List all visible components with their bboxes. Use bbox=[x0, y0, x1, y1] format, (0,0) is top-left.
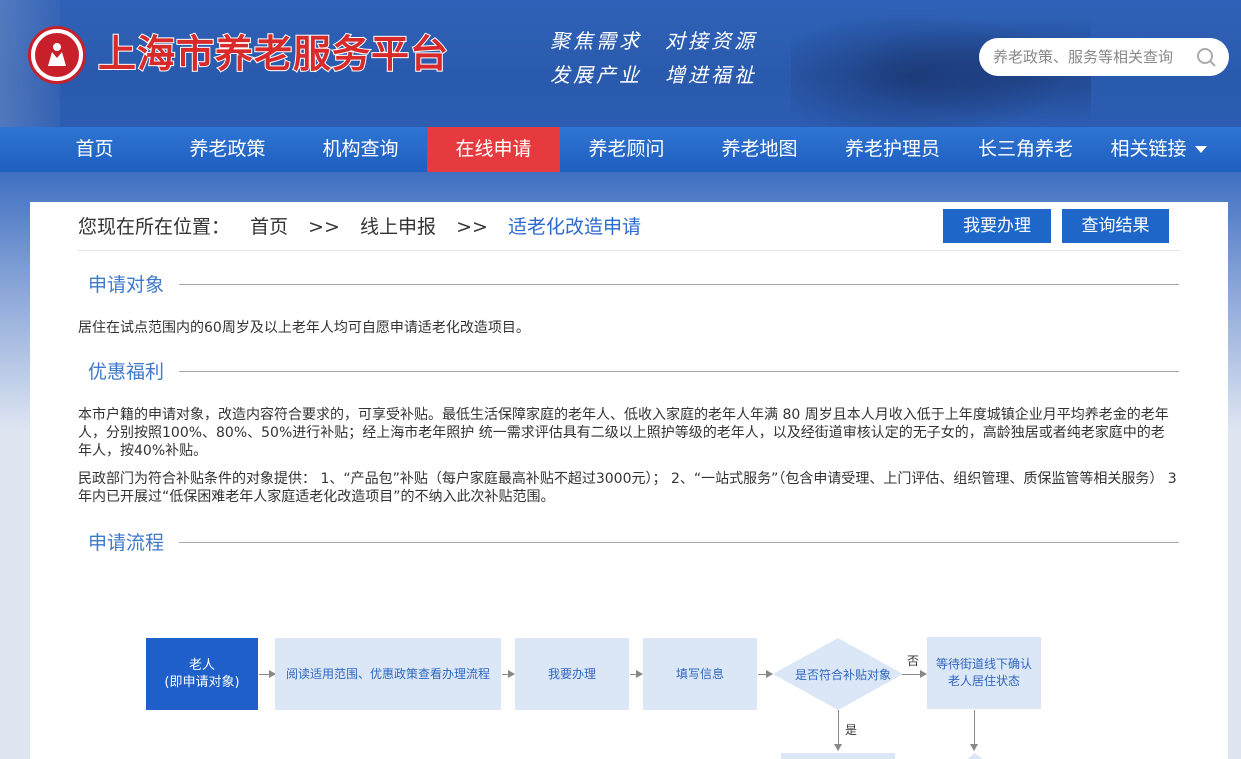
site-logo-emblem[interactable] bbox=[28, 26, 86, 84]
query-result-button[interactable]: 查询结果 bbox=[1062, 209, 1169, 243]
flow-arrow-yes bbox=[834, 710, 842, 751]
flow-step-elderly-line2: (即申请对象) bbox=[164, 675, 240, 690]
breadcrumb: 您现在所在位置： 首页 >> 线上申报 >> 适老化改造申请 bbox=[78, 214, 655, 240]
flow-arrow-no bbox=[902, 670, 927, 678]
nav-item-advisor[interactable]: 养老顾问 bbox=[560, 127, 693, 172]
content-card: 您现在所在位置： 首页 >> 线上申报 >> 适老化改造申请 我要办理 查询结果… bbox=[30, 202, 1228, 759]
flow-step-wait-confirm: 等待街道线下确认老人居住状态 bbox=[927, 637, 1041, 709]
breadcrumb-prefix: 您现在所在位置： bbox=[78, 216, 231, 238]
breadcrumb-separator: >> bbox=[456, 216, 488, 238]
flow-arrow bbox=[630, 670, 643, 678]
section-title-benefit: 优惠福利 bbox=[88, 361, 165, 383]
flow-step-fill-info: 填写信息 bbox=[643, 638, 757, 710]
breadcrumb-home[interactable]: 首页 bbox=[250, 216, 288, 238]
breadcrumb-level2[interactable]: 线上申报 bbox=[360, 216, 436, 238]
flow-step-next bbox=[781, 753, 895, 759]
flow-arrow bbox=[259, 670, 276, 678]
section-divider bbox=[179, 371, 1179, 372]
flow-step-elderly-line1: 老人 bbox=[188, 658, 215, 673]
nav-item-yangtze-delta[interactable]: 长三角养老 bbox=[959, 127, 1092, 172]
section-title-process: 申请流程 bbox=[88, 532, 165, 554]
caret-down-icon bbox=[1194, 146, 1207, 153]
section-divider bbox=[179, 284, 1179, 285]
main-nav: 首页 养老政策 机构查询 在线申请 养老顾问 养老地图 养老护理员 长三角养老 … bbox=[0, 127, 1241, 172]
flow-no-label: 否 bbox=[907, 654, 920, 668]
divider bbox=[78, 250, 1180, 251]
section-divider bbox=[179, 542, 1179, 543]
flow-decision-label: 是否符合补贴对象 bbox=[795, 667, 892, 682]
search-icon[interactable] bbox=[1195, 46, 1217, 68]
nav-item-home[interactable]: 首页 bbox=[28, 127, 161, 172]
breadcrumb-separator: >> bbox=[308, 216, 340, 238]
site-header: 上海市养老服务平台 聚焦需求 对接资源 发展产业 增进福祉 bbox=[0, 0, 1241, 127]
nav-item-map[interactable]: 养老地图 bbox=[693, 127, 826, 172]
emblem-figure-icon bbox=[48, 43, 66, 66]
flow-arrow bbox=[970, 710, 978, 751]
nav-item-caregiver[interactable]: 养老护理员 bbox=[826, 127, 959, 172]
nav-item-related-links[interactable]: 相关链接 bbox=[1092, 127, 1225, 172]
slogan-line-1: 聚焦需求 对接资源 bbox=[550, 29, 757, 53]
flow-next-diamond bbox=[967, 753, 983, 759]
nav-item-online-apply[interactable]: 在线申请 bbox=[427, 127, 560, 172]
flow-step-elderly: 老人 (即申请对象) bbox=[146, 638, 258, 710]
nav-item-institution-search[interactable]: 机构查询 bbox=[294, 127, 427, 172]
flow-step-read-policy: 阅读适用范围、优惠政策查看办理流程 bbox=[275, 638, 501, 710]
benefit-description-2: 民政部门为符合补贴条件的对象提供： 1、“产品包”补贴（每户家庭最高补贴不超过3… bbox=[78, 471, 1177, 505]
flow-step-apply: 我要办理 bbox=[515, 638, 629, 710]
search-box bbox=[979, 38, 1229, 76]
nav-item-related-links-label: 相关链接 bbox=[1110, 138, 1187, 160]
flow-yes-label: 是 bbox=[845, 723, 858, 737]
site-title[interactable]: 上海市养老服务平台 bbox=[97, 30, 449, 78]
nav-item-policy[interactable]: 养老政策 bbox=[161, 127, 294, 172]
flow-arrow bbox=[758, 670, 773, 678]
section-title-target: 申请对象 bbox=[88, 274, 165, 296]
search-input[interactable] bbox=[993, 42, 1189, 72]
flow-arrow bbox=[502, 670, 515, 678]
benefit-description-1: 本市户籍的申请对象，改造内容符合要求的，可享受补贴。最低生活保障家庭的老年人、低… bbox=[78, 407, 1169, 459]
apply-button[interactable]: 我要办理 bbox=[943, 209, 1051, 243]
slogan-line-2: 发展产业 增进福祉 bbox=[550, 63, 757, 87]
breadcrumb-current: 适老化改造申请 bbox=[507, 216, 641, 238]
target-description: 居住在试点范围内的60周岁及以上老年人均可自愿申请适老化改造项目。 bbox=[78, 320, 530, 336]
